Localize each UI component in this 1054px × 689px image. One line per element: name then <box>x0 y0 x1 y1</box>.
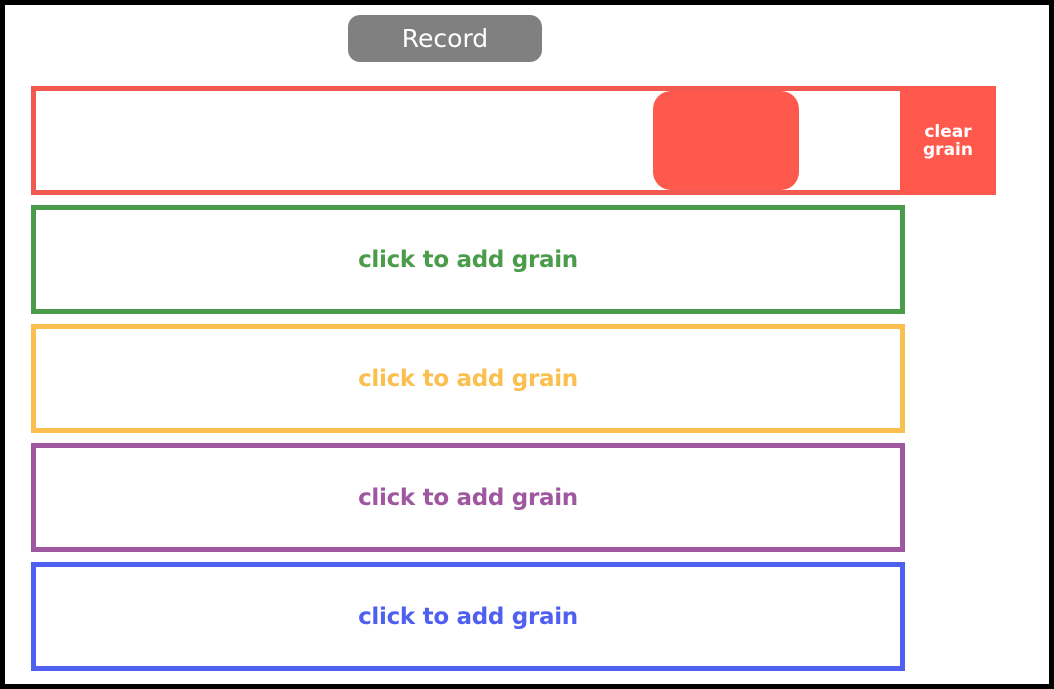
record-button[interactable]: Record <box>348 15 542 62</box>
grain-lane-3[interactable]: click to add grain <box>31 324 905 433</box>
clear-grain-button[interactable]: clear grain <box>900 86 996 195</box>
lane-2-label: click to add grain <box>358 246 578 273</box>
lane-4-label: click to add grain <box>358 484 578 511</box>
lane-5-label: click to add grain <box>358 603 578 630</box>
grain-lane-5[interactable]: click to add grain <box>31 562 905 671</box>
grain-lane-2[interactable]: click to add grain <box>31 205 905 314</box>
grain-block[interactable] <box>653 91 799 190</box>
clear-grain-label-line2: grain <box>923 139 973 160</box>
clear-grain-label-line1: clear <box>924 121 972 142</box>
grain-lane-4[interactable]: click to add grain <box>31 443 905 552</box>
lane-3-label: click to add grain <box>358 365 578 392</box>
app-frame: Record clear grain click to add grain cl… <box>0 0 1054 689</box>
